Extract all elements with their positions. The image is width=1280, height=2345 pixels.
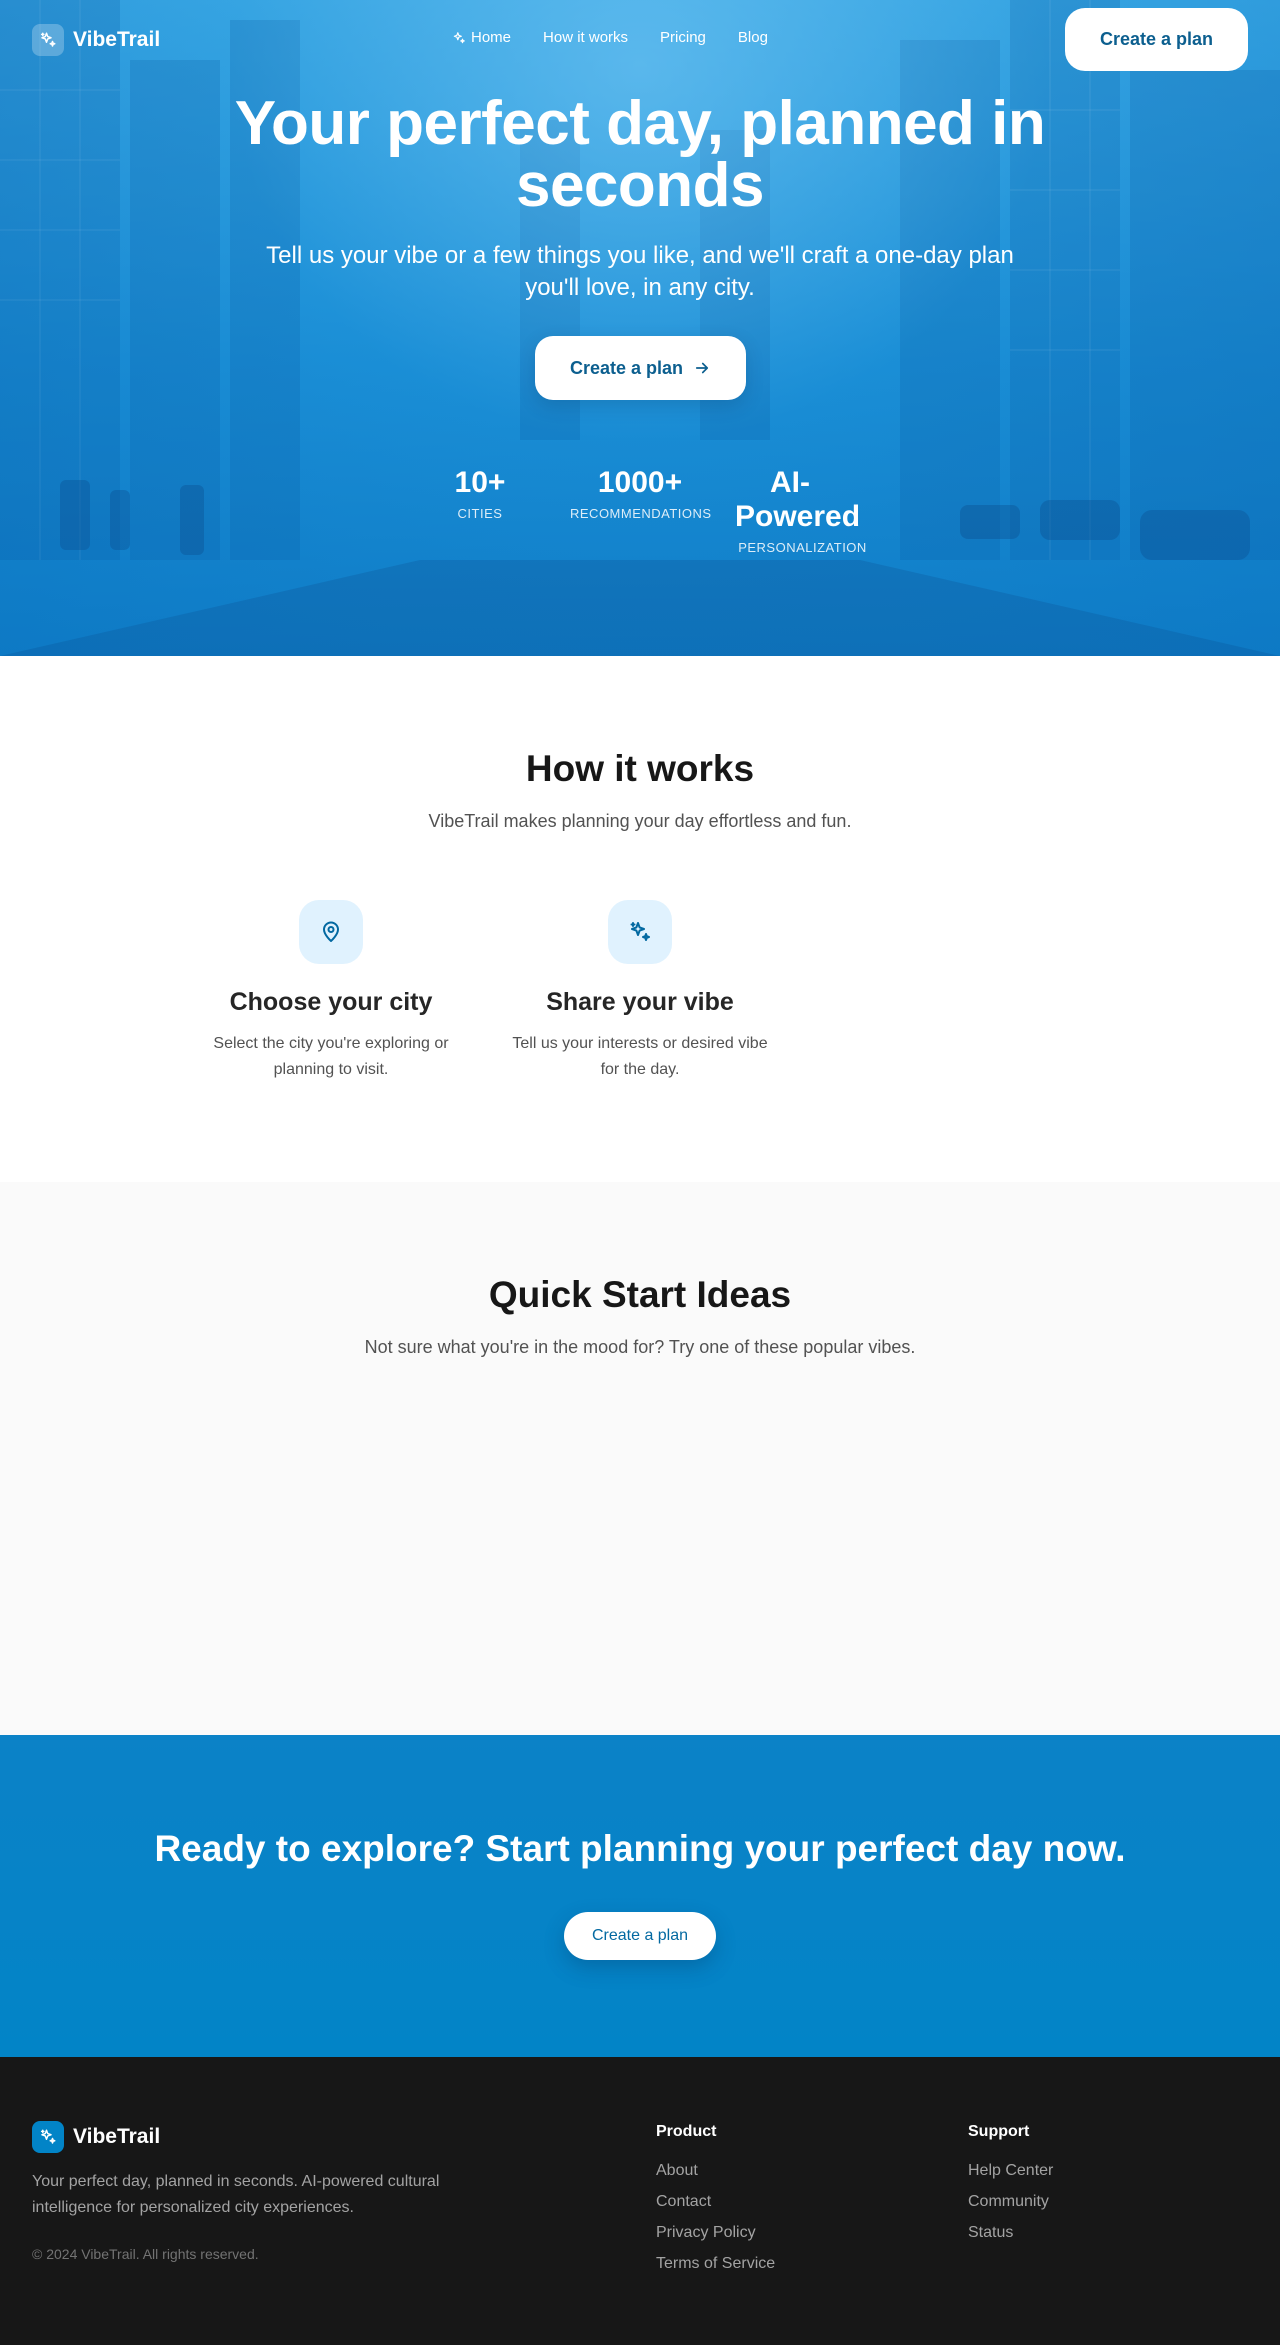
footer-column-support: Support Help Center Community Status	[968, 2123, 1053, 2255]
sparkles-icon	[453, 31, 465, 43]
nav-link-blog[interactable]: Blog	[738, 29, 768, 46]
cta-band-create-plan-button[interactable]: Create a plan	[564, 1912, 716, 1960]
map-pin-icon	[299, 900, 363, 964]
stat-ai-powered: AI-Powered PERSONALIZATION	[735, 466, 870, 555]
footer-brand-name: VibeTrail	[73, 2125, 161, 2148]
hero-title: Your perfect day, planned in seconds	[234, 89, 1046, 220]
how-it-works-title: How it works	[525, 748, 755, 789]
hero-create-plan-button[interactable]: Create a plan	[535, 336, 746, 400]
footer-link-help-center[interactable]: Help Center	[968, 2162, 1053, 2180]
footer-link-status[interactable]: Status	[968, 2224, 1053, 2242]
stat-label: RECOMMENDATIONS	[570, 506, 712, 521]
footer: VibeTrail Your perfect day, planned in s…	[0, 2057, 1280, 2345]
nav-link-how-it-works[interactable]: How it works	[543, 29, 628, 46]
nav-link-pricing[interactable]: Pricing	[660, 29, 706, 46]
nav-link-home[interactable]: Home	[452, 29, 511, 46]
footer-link-privacy-policy[interactable]: Privacy Policy	[656, 2224, 775, 2242]
step-share-vibe: Share your vibe Tell us your interests o…	[505, 900, 775, 1083]
step-title: Choose your city	[229, 988, 433, 1016]
main-nav: Home How it works Pricing Blog	[452, 29, 800, 46]
footer-column-product: Product About Contact Privacy Policy Ter…	[656, 2123, 775, 2286]
step-description: Tell us your interests or desired vibe f…	[512, 1035, 768, 1078]
footer-description: Your perfect day, planned in seconds. AI…	[32, 2173, 440, 2216]
cta-band: Ready to explore? Start planning your pe…	[0, 1735, 1280, 2057]
sparkles-icon	[32, 2121, 64, 2153]
footer-column-title: Product	[656, 2123, 717, 2140]
sparkles-icon	[32, 24, 64, 56]
stat-recommendations: 1000+ RECOMMENDATIONS	[570, 466, 712, 521]
sparkles-icon	[608, 900, 672, 964]
nav-create-plan-button[interactable]: Create a plan	[1065, 8, 1248, 71]
nav-logo[interactable]: VibeTrail	[32, 24, 160, 56]
stat-label: CITIES	[457, 506, 503, 521]
step-description: Select the city you're exploring or plan…	[213, 1035, 449, 1078]
quick-start-title: Quick Start Ideas	[488, 1274, 792, 1315]
hero-section: VibeTrail Home How it works Pricing Blog…	[0, 0, 1280, 656]
how-it-works-subtitle: VibeTrail makes planning your day effort…	[428, 811, 852, 831]
quick-start-section: Quick Start Ideas Not sure what you're i…	[0, 1182, 1280, 1735]
hero-cta-label: Create a plan	[569, 357, 684, 378]
quick-start-subtitle: Not sure what you're in the mood for? Tr…	[364, 1337, 916, 1357]
arrow-right-icon	[695, 362, 709, 374]
footer-link-contact[interactable]: Contact	[656, 2193, 775, 2211]
stat-value: 10+	[454, 466, 506, 499]
footer-link-community[interactable]: Community	[968, 2193, 1053, 2211]
stat-cities: 10+ CITIES	[440, 466, 520, 521]
footer-link-about[interactable]: About	[656, 2162, 775, 2180]
stat-value: AI-Powered	[735, 466, 861, 533]
nav-link-label: Home	[471, 29, 512, 46]
how-it-works-section: How it works VibeTrail makes planning yo…	[0, 656, 1280, 1182]
cta-band-title: Ready to explore? Start planning your pe…	[154, 1828, 1126, 1869]
brand-name: VibeTrail	[73, 28, 161, 51]
footer-copyright: © 2024 VibeTrail. All rights reserved.	[32, 2246, 259, 2262]
footer-logo[interactable]: VibeTrail	[32, 2121, 160, 2153]
step-choose-city: Choose your city Select the city you're …	[196, 900, 466, 1083]
stat-label: PERSONALIZATION	[738, 540, 867, 555]
step-title: Share your vibe	[546, 988, 734, 1016]
footer-column-title: Support	[968, 2123, 1030, 2140]
footer-link-terms[interactable]: Terms of Service	[656, 2255, 775, 2273]
stat-value: 1000+	[597, 466, 683, 499]
hero-subtitle: Tell us your vibe or a few things you li…	[266, 242, 1014, 301]
